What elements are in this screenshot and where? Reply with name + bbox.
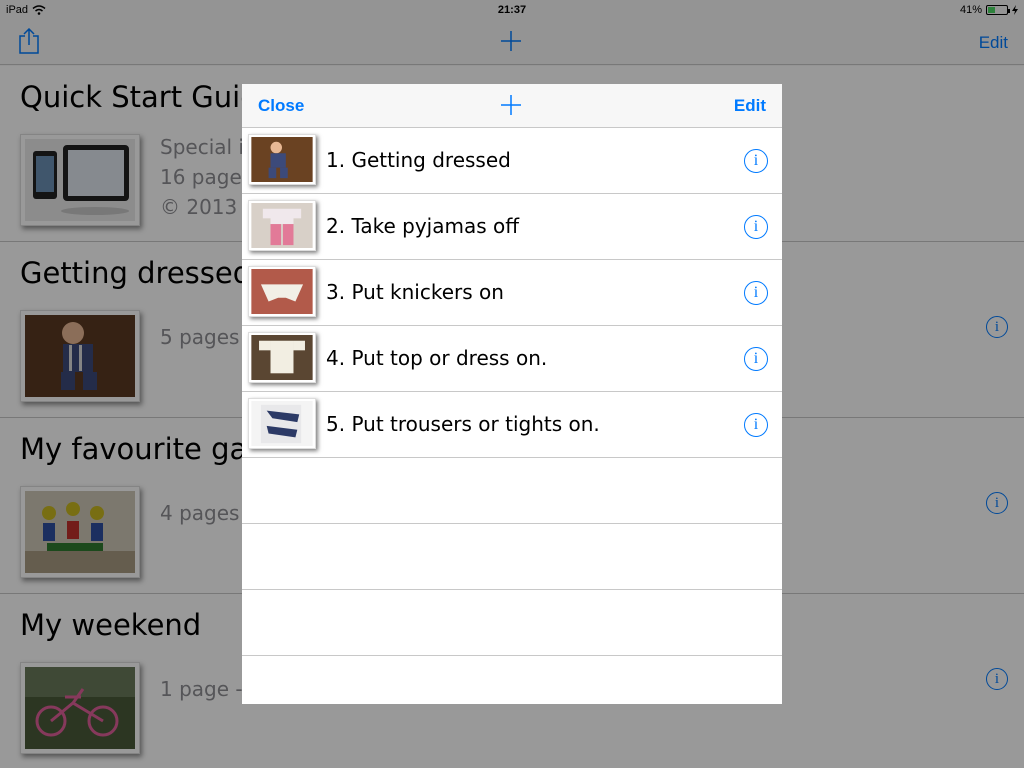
empty-row — [242, 524, 782, 590]
page-thumbnail — [248, 200, 316, 251]
info-icon[interactable]: i — [744, 413, 768, 437]
top-photo — [251, 335, 313, 380]
doll-photo — [251, 137, 313, 182]
info-icon[interactable]: i — [744, 215, 768, 239]
page-row[interactable]: 4. Put top or dress on. i — [242, 326, 782, 392]
close-button[interactable]: Close — [258, 96, 304, 116]
knickers-photo — [251, 269, 313, 314]
page-row[interactable]: 1. Getting dressed i — [242, 128, 782, 194]
modal-nav-bar: Close Edit — [242, 84, 782, 128]
pyjamas-photo — [251, 203, 313, 248]
page-thumbnail — [248, 398, 316, 449]
page-thumbnail — [248, 266, 316, 317]
info-icon[interactable]: i — [744, 281, 768, 305]
page-thumbnail — [248, 332, 316, 383]
page-row[interactable]: 3. Put knickers on i — [242, 260, 782, 326]
page-row[interactable]: 5. Put trousers or tights on. i — [242, 392, 782, 458]
modal-edit-button[interactable]: Edit — [734, 96, 766, 116]
add-page-icon[interactable] — [501, 95, 521, 115]
page-title: 3. Put knickers on — [326, 280, 504, 304]
empty-row — [242, 458, 782, 524]
info-icon[interactable]: i — [744, 347, 768, 371]
page-thumbnail — [248, 134, 316, 185]
info-icon[interactable]: i — [744, 149, 768, 173]
page-title: 5. Put trousers or tights on. — [326, 412, 600, 436]
pages-modal: Close Edit 1. Getting dressed i 2. Take … — [242, 84, 782, 704]
page-title: 4. Put top or dress on. — [326, 346, 548, 370]
page-title: 1. Getting dressed — [326, 148, 511, 172]
trousers-photo — [251, 401, 313, 446]
page-row[interactable]: 2. Take pyjamas off i — [242, 194, 782, 260]
empty-row — [242, 590, 782, 656]
page-title: 2. Take pyjamas off — [326, 214, 520, 238]
